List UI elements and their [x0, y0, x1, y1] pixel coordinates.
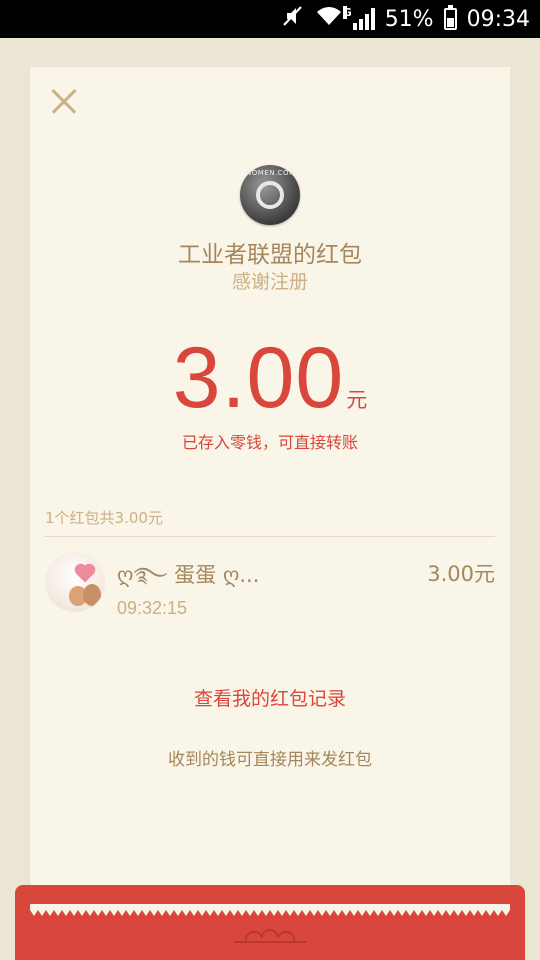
received-time: 09:32:15	[117, 598, 188, 618]
amount-value: 3.00	[172, 330, 345, 426]
amount-display: 3.00元	[30, 329, 510, 428]
battery-icon	[443, 5, 457, 30]
footer-note: 收到的钱可直接用来发红包	[168, 750, 372, 770]
battery-percent: 51%	[384, 6, 434, 32]
avatar[interactable]	[45, 552, 105, 612]
mute-icon	[281, 4, 305, 34]
close-icon[interactable]	[50, 87, 78, 115]
view-history-link[interactable]: 查看我的红包记录	[30, 684, 510, 711]
logo-icon: NOMEN.COM	[240, 165, 300, 225]
greeting-message: 感谢注册	[231, 271, 308, 293]
divider	[45, 536, 495, 537]
received-amount: 3.00元	[427, 562, 495, 586]
amount-unit: 元	[346, 388, 368, 412]
signal-icon: G	[342, 6, 375, 30]
deposit-note: 已存入零钱，可直接转账	[181, 433, 358, 452]
status-icons: G 51% 09:34	[281, 0, 530, 38]
network-type: G	[342, 6, 352, 19]
status-bar: G 51% 09:34	[0, 0, 540, 38]
red-packet-detail-card: NOMEN.COM 工业者联盟的红包 感谢注册 3.00元 已存入零钱，可直接转…	[30, 67, 510, 917]
torn-edge	[30, 904, 510, 916]
list-item[interactable]: ღ࿐ 蛋蛋 ღ... 09:32:15 3.00元	[45, 550, 495, 630]
cloud-emblem-icon	[234, 929, 306, 943]
envelope-bottom	[15, 885, 525, 960]
clock: 09:34	[466, 6, 530, 32]
logo-text: NOMEN.COM	[246, 169, 296, 177]
wifi-icon	[315, 5, 343, 33]
sender-title: 工业者联盟的红包	[178, 242, 362, 268]
packet-summary: 1个红包共3.00元	[45, 509, 163, 527]
